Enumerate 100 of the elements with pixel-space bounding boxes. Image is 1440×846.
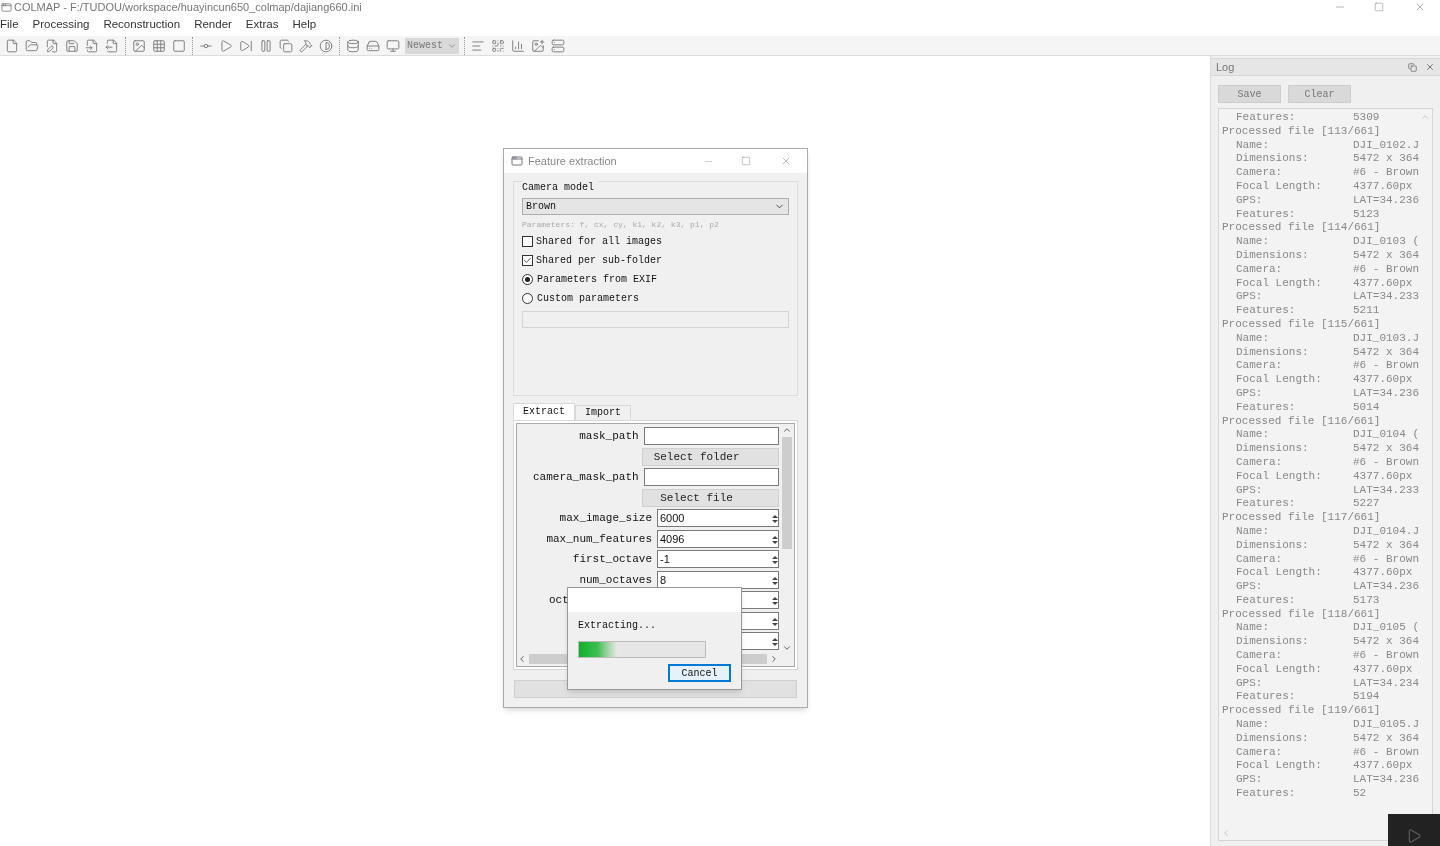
log-value: 5472 x 364	[1353, 635, 1419, 650]
field-label: camera_mask_path	[533, 470, 639, 485]
log-value: LAT=34.236	[1353, 386, 1419, 401]
log-value: 5194	[1353, 690, 1380, 705]
log-value: DJI_0104.J	[1353, 524, 1419, 539]
edit-file-icon[interactable]	[45, 38, 59, 53]
scroll-left-icon[interactable]	[517, 654, 527, 664]
play-icon[interactable]	[1406, 828, 1422, 844]
radio-button[interactable]	[522, 274, 533, 285]
play-icon[interactable]	[219, 38, 233, 53]
log-label: Focal Length:	[1236, 759, 1323, 774]
log-value: 4377.60px	[1353, 566, 1413, 581]
close-icon[interactable]	[1425, 62, 1435, 72]
close-icon[interactable]	[1414, 1, 1426, 13]
contrast-icon[interactable]	[319, 38, 333, 53]
menu-item[interactable]: Processing	[32, 16, 90, 34]
menu-item[interactable]: Extras	[245, 16, 279, 34]
app-icon	[511, 155, 523, 167]
float-icon[interactable]	[1408, 62, 1417, 72]
scroll-down-icon[interactable]	[782, 643, 792, 653]
log-label: Features:	[1236, 787, 1297, 801]
log-value: DJI_0102.J	[1353, 138, 1419, 153]
checkbox-label: Shared per sub-folder	[536, 254, 663, 268]
maximize-icon[interactable]	[1374, 2, 1384, 12]
path-field[interactable]	[643, 468, 779, 487]
check-icon	[523, 256, 532, 265]
checkbox[interactable]	[522, 236, 533, 247]
select-button[interactable]: Select folder	[642, 447, 779, 466]
server-icon[interactable]	[551, 38, 565, 53]
log-line: Processed file [113/661]	[1222, 124, 1382, 139]
log-value: 5472 x 364	[1353, 538, 1419, 553]
log-value: LAT=34.234	[1353, 676, 1419, 691]
panel-title: Log	[1216, 59, 1235, 75]
log-label: Dimensions:	[1236, 152, 1310, 167]
log-label: GPS:	[1236, 193, 1264, 208]
grid-icon[interactable]	[152, 38, 166, 53]
log-value: 4377.60px	[1353, 180, 1413, 194]
bar-chart-icon[interactable]	[511, 38, 525, 53]
maximize-icon[interactable]	[741, 156, 751, 166]
pause-icon[interactable]	[259, 38, 273, 53]
menu-item[interactable]: Render	[194, 16, 232, 34]
log-value: LAT=34.236	[1353, 193, 1419, 208]
database-icon[interactable]	[346, 38, 360, 53]
field-label: mask_path	[579, 429, 639, 444]
checkbox-label: Shared for all images	[536, 235, 663, 249]
frame-icon[interactable]	[172, 38, 186, 53]
number-field[interactable]: 4096	[657, 529, 779, 548]
close-icon[interactable]	[780, 155, 792, 167]
log-line: Processed file [119/661]	[1222, 704, 1382, 719]
tab[interactable]: Extract	[513, 403, 575, 420]
drive-icon[interactable]	[366, 38, 380, 53]
log-label: GPS:	[1236, 483, 1264, 498]
camera-model-select[interactable]: Brown	[522, 198, 789, 215]
log-label: Focal Length:	[1236, 662, 1323, 677]
export-icon[interactable]	[105, 38, 119, 53]
log-label: Dimensions:	[1236, 731, 1310, 746]
log-line: Processed file [118/661]	[1222, 607, 1382, 622]
log-value: 5472 x 364	[1353, 345, 1419, 360]
radio-label: Parameters from EXIF	[537, 273, 658, 287]
log-value: #6 - Brown	[1353, 649, 1419, 663]
cancel-button[interactable]: Cancel	[668, 664, 731, 682]
folder-icon[interactable]	[25, 38, 39, 53]
log-label: Dimensions:	[1236, 538, 1310, 553]
image-icon[interactable]	[531, 38, 545, 53]
scroll-right-icon[interactable]	[769, 654, 779, 664]
new-file-icon[interactable]	[5, 38, 19, 53]
copy-icon[interactable]	[279, 38, 293, 53]
custom-parameters-field[interactable]	[522, 311, 789, 328]
log-label: Name:	[1236, 331, 1270, 346]
log-label: GPS:	[1236, 290, 1264, 305]
path-field[interactable]	[643, 427, 779, 446]
number-field[interactable]: 6000	[657, 509, 779, 528]
log-value: 4377.60px	[1353, 276, 1413, 291]
menu-item[interactable]: Reconstruction	[103, 16, 181, 34]
field-label: num_octaves	[579, 572, 652, 588]
number-field[interactable]: 8	[657, 570, 779, 589]
log-label: Dimensions:	[1236, 248, 1310, 263]
image-icon[interactable]	[132, 38, 146, 53]
checkbox[interactable]	[522, 255, 533, 266]
window-title: COLMAP - F:/TUDOU/workspace/huayincun650_colmap/dajiang660.ini	[14, 1, 362, 13]
menu-item[interactable]: File	[0, 16, 19, 34]
monitor-icon[interactable]	[386, 38, 400, 53]
qr-icon[interactable]	[491, 38, 505, 53]
import-icon[interactable]	[85, 38, 99, 53]
skip-icon[interactable]	[239, 38, 253, 53]
save-icon[interactable]	[65, 38, 79, 53]
hammer-icon[interactable]	[299, 38, 313, 53]
tab[interactable]: Import	[575, 405, 632, 420]
log-label: GPS:	[1236, 386, 1264, 401]
select-button[interactable]: Select file	[642, 488, 779, 507]
scroll-up-icon[interactable]	[782, 425, 792, 435]
radio-button[interactable]	[522, 293, 533, 304]
list-icon[interactable]	[471, 38, 485, 53]
log-label: Features:	[1236, 593, 1297, 608]
number-field[interactable]: -1	[657, 550, 779, 569]
log-label: Camera:	[1236, 455, 1284, 470]
app-icon	[1, 1, 12, 13]
menu-item[interactable]: Help	[292, 16, 317, 34]
log-label: Name:	[1236, 621, 1270, 636]
log-value: 5472 x 364	[1353, 442, 1419, 456]
